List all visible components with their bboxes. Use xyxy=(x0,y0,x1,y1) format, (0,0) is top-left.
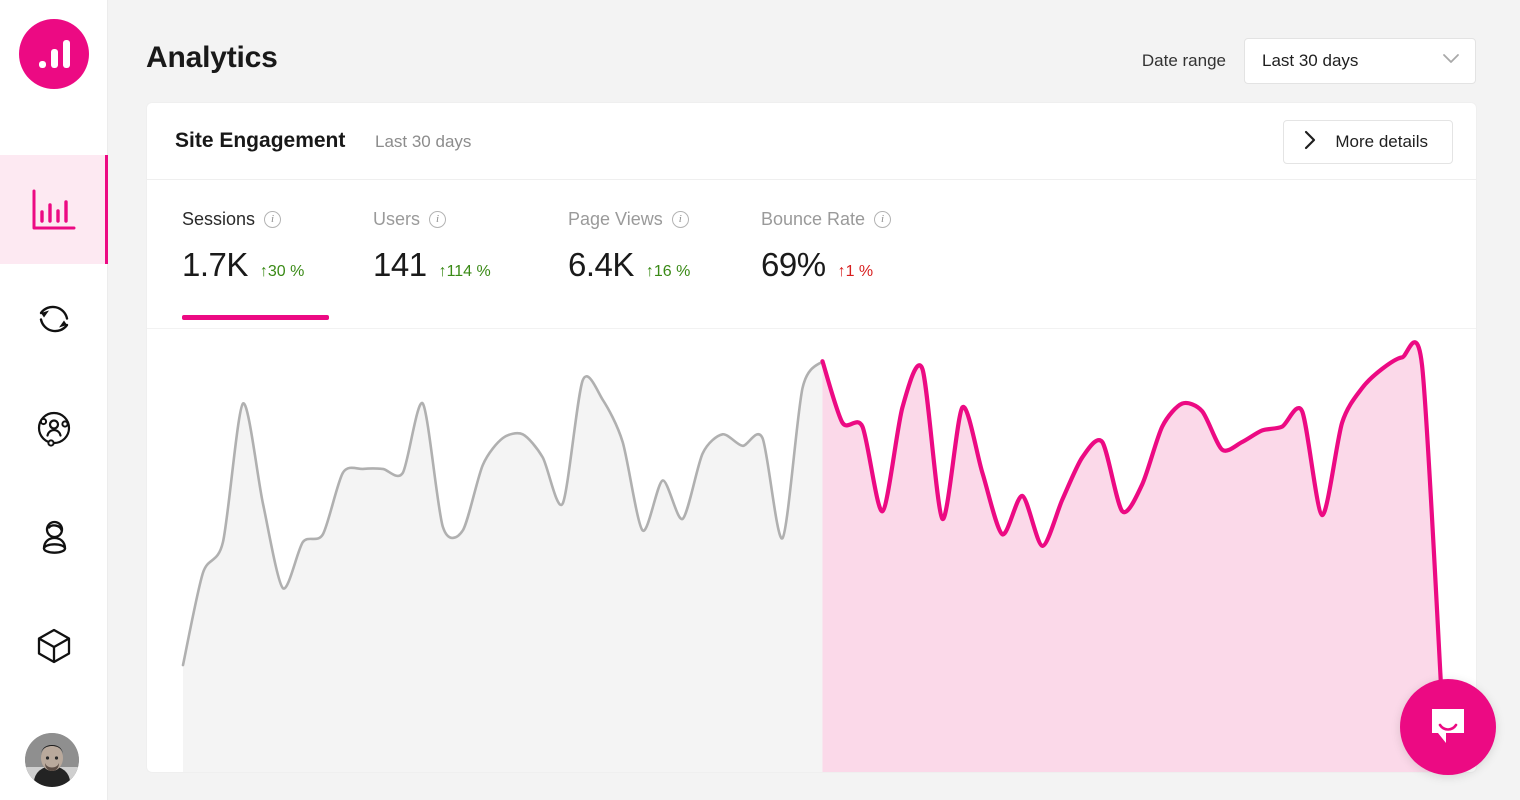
logo-bar-3 xyxy=(62,40,70,68)
metric-value-row: 69% ↑1 % xyxy=(761,246,891,284)
bar-chart-icon xyxy=(30,188,78,232)
metric-label: Sessions xyxy=(182,208,256,229)
metric-value: 69% xyxy=(761,246,826,283)
metric-bounce-rate[interactable]: Bounce Rate i 69% ↑1 % xyxy=(761,208,892,284)
audience-circle-icon xyxy=(31,405,77,451)
info-icon[interactable]: i xyxy=(264,210,282,228)
sidebar-item-products[interactable] xyxy=(0,591,108,700)
metric-users[interactable]: Users i 141 ↑114 % xyxy=(373,208,491,284)
site-engagement-card: Site Engagement Last 30 days More detail… xyxy=(147,103,1476,772)
date-range-label: Date range xyxy=(1141,51,1226,70)
metric-value: 141 xyxy=(373,246,427,283)
metric-delta: ↑30 % xyxy=(259,263,305,280)
card-header: Site Engagement Last 30 days More detail… xyxy=(147,103,1476,180)
sidebar-nav xyxy=(0,155,108,700)
sidebar-item-audience[interactable] xyxy=(0,373,108,482)
card-subtitle: Last 30 days xyxy=(375,132,472,151)
metric-label: Users xyxy=(373,208,421,229)
metric-value: 6.4K xyxy=(568,246,634,283)
engagement-area-chart[interactable] xyxy=(147,328,1476,772)
sidebar-item-visitors[interactable] xyxy=(0,482,108,591)
chevron-right-icon xyxy=(1304,130,1317,155)
sync-refresh-icon xyxy=(31,296,77,342)
cube-box-icon xyxy=(31,623,77,669)
logo-bar-1 xyxy=(38,61,46,68)
sidebar xyxy=(0,0,108,800)
card-title: Site Engagement xyxy=(175,129,346,152)
sidebar-item-sync[interactable] xyxy=(0,264,108,373)
metric-label: Bounce Rate xyxy=(761,208,866,229)
page-title: Analytics xyxy=(146,41,278,74)
sidebar-item-analytics[interactable] xyxy=(0,155,108,264)
metric-label: Page Views xyxy=(568,208,663,229)
metric-value: 1.7K xyxy=(182,246,248,283)
chevron-down-icon xyxy=(1442,52,1460,70)
bar-chart-logo[interactable] xyxy=(19,19,89,89)
info-icon[interactable]: i xyxy=(874,210,892,228)
more-details-label: More details xyxy=(1335,132,1428,151)
metric-page-views[interactable]: Page Views i 6.4K ↑16 % xyxy=(568,208,690,284)
user-avatar[interactable] xyxy=(25,733,79,787)
metric-label-row: Sessions i xyxy=(182,208,304,230)
metric-sessions[interactable]: Sessions i 1.7K ↑30 % xyxy=(182,208,329,320)
metric-delta: ↑1 % xyxy=(837,263,874,280)
info-icon[interactable]: i xyxy=(429,210,447,228)
date-range-value: Last 30 days xyxy=(1262,51,1359,70)
info-icon[interactable]: i xyxy=(671,210,689,228)
metric-active-underline xyxy=(182,315,329,320)
date-range-control: Date range Last 30 days xyxy=(1142,38,1476,84)
metric-delta: ↑16 % xyxy=(645,263,691,280)
metric-value-row: 141 ↑114 % xyxy=(373,246,491,284)
analytics-dashboard: Analytics Date range Last 30 days Site E… xyxy=(0,0,1520,800)
metric-value-row: 6.4K ↑16 % xyxy=(568,246,690,284)
chat-launcher-button[interactable] xyxy=(1400,679,1496,775)
metric-delta: ↑114 % xyxy=(438,263,491,280)
metric-label-row: Users i xyxy=(373,208,491,230)
metric-value-row: 1.7K ↑30 % xyxy=(182,246,304,284)
chat-bubble-icon xyxy=(1426,703,1470,752)
date-range-select[interactable]: Last 30 days xyxy=(1244,38,1476,84)
logo-bar-2 xyxy=(50,49,58,68)
metric-label-row: Bounce Rate i xyxy=(761,208,892,230)
person-pin-icon xyxy=(31,514,77,560)
metrics-row: Sessions i 1.7K ↑30 % Users i 141 ↑114 % xyxy=(147,180,1476,329)
more-details-button[interactable]: More details xyxy=(1283,120,1453,164)
metric-label-row: Page Views i xyxy=(568,208,690,230)
